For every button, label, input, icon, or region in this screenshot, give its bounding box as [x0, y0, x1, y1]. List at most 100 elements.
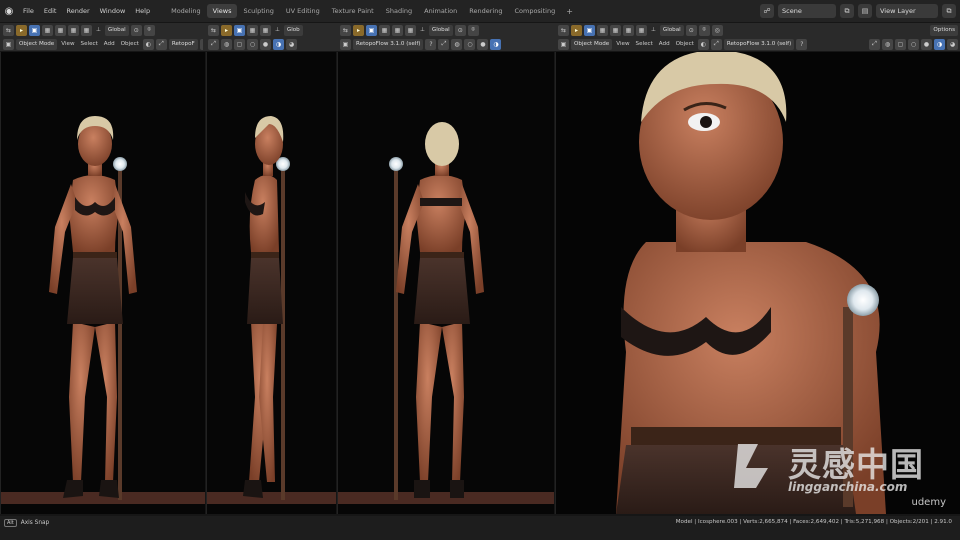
object-menu[interactable]: Object — [674, 41, 696, 47]
tab-compositing[interactable]: Compositing — [508, 4, 561, 18]
add-workspace-button[interactable]: + — [561, 7, 578, 16]
shading-solid-icon[interactable]: ● — [921, 38, 932, 50]
viewport-back[interactable] — [337, 52, 554, 514]
select-mode-icon[interactable]: ▦ — [42, 24, 53, 36]
scene-icon[interactable]: ☍ — [760, 4, 774, 18]
orientation-dropdown[interactable]: Global — [659, 24, 684, 36]
overlay-icon[interactable]: ◍ — [882, 38, 893, 50]
shading-wire-icon[interactable]: ○ — [247, 38, 258, 50]
viewport-front[interactable] — [0, 52, 205, 514]
play-icon[interactable]: ▸ — [221, 24, 232, 36]
gizmo-icon[interactable]: ⤢ — [869, 38, 880, 50]
shading-wire-icon[interactable]: ○ — [199, 38, 203, 50]
xray-icon[interactable]: ▢ — [895, 38, 906, 50]
select-mode-icon[interactable]: ▦ — [597, 24, 608, 36]
scene-browse-icon[interactable]: ⧉ — [840, 4, 854, 18]
orientation-icon[interactable]: ⊥ — [649, 27, 658, 33]
select-menu[interactable]: Select — [79, 41, 100, 47]
tab-sculpting[interactable]: Sculpting — [237, 4, 279, 18]
help-icon[interactable]: ? — [796, 38, 808, 50]
tab-shading[interactable]: Shading — [380, 4, 418, 18]
pivot-icon[interactable]: ⊙ — [685, 24, 697, 36]
play-icon[interactable]: ▸ — [571, 24, 582, 36]
viewport-side[interactable] — [206, 52, 336, 514]
visibility-icon[interactable]: ◐ — [697, 38, 709, 50]
orientation-dropdown[interactable]: Glob — [283, 24, 303, 36]
overlay-icon[interactable]: ◍ — [451, 38, 463, 50]
orientation-icon[interactable]: ⊥ — [273, 27, 282, 33]
snap-icon[interactable]: ⌾ — [698, 24, 710, 36]
snap-icon[interactable]: ⌾ — [467, 24, 479, 36]
view-menu[interactable]: View — [614, 41, 631, 47]
orientation-icon[interactable]: ⊥ — [418, 27, 427, 33]
select-mode-icon[interactable]: ▦ — [247, 24, 258, 36]
menu-edit[interactable]: Edit — [39, 7, 62, 15]
shading-wire-icon[interactable]: ○ — [908, 38, 919, 50]
menu-window[interactable]: Window — [95, 7, 131, 15]
tab-uv-editing[interactable]: UV Editing — [280, 4, 326, 18]
object-menu[interactable]: Object — [119, 41, 141, 47]
scene-name-field[interactable]: Scene — [778, 4, 836, 18]
view-layer-field[interactable]: View Layer — [876, 4, 938, 18]
select-box-icon[interactable]: ▣ — [234, 24, 245, 36]
shading-rendered-icon[interactable]: ◕ — [286, 38, 297, 50]
transform-pivot-icon[interactable]: ⇆ — [3, 24, 14, 36]
add-menu[interactable]: Add — [657, 41, 672, 47]
retopoflow-dropdown[interactable]: RetopoF — [168, 38, 198, 50]
gizmo-icon[interactable]: ⤢ — [710, 38, 722, 50]
select-box-icon[interactable]: ▣ — [584, 24, 595, 36]
select-mode-icon[interactable]: ▦ — [392, 24, 403, 36]
orientation-icon[interactable]: ⊥ — [94, 27, 103, 33]
shading-solid-icon[interactable]: ● — [477, 38, 489, 50]
shading-rendered-icon[interactable]: ◕ — [947, 38, 958, 50]
select-mode-icon[interactable]: ▦ — [379, 24, 390, 36]
editor-type-icon[interactable]: ▣ — [340, 38, 351, 50]
gizmo-icon[interactable]: ⤢ — [438, 38, 450, 50]
editor-type-icon[interactable]: ▣ — [558, 38, 569, 50]
blender-logo-icon[interactable]: ◉ — [0, 6, 18, 17]
select-mode-icon[interactable]: ▦ — [260, 24, 271, 36]
orientation-dropdown[interactable]: Global — [428, 24, 453, 36]
help-icon[interactable]: ? — [425, 38, 437, 50]
proportional-edit-icon[interactable]: ◎ — [711, 24, 723, 36]
select-mode-icon[interactable]: ▦ — [55, 24, 66, 36]
add-menu[interactable]: Add — [102, 41, 117, 47]
gizmo-icon[interactable]: ⤢ — [208, 38, 219, 50]
tab-rendering[interactable]: Rendering — [463, 4, 508, 18]
snap-icon[interactable]: ⌾ — [143, 24, 155, 36]
view-menu[interactable]: View — [59, 41, 76, 47]
editor-type-icon[interactable]: ▣ — [3, 38, 14, 50]
play-icon[interactable]: ▸ — [16, 24, 27, 36]
tab-texture-paint[interactable]: Texture Paint — [326, 4, 380, 18]
retopoflow-dropdown[interactable]: RetopoFlow 3.1.0 (self) — [723, 38, 795, 50]
transform-pivot-icon[interactable]: ⇆ — [208, 24, 219, 36]
overlay-icon[interactable]: ◍ — [221, 38, 232, 50]
select-mode-icon[interactable]: ▦ — [68, 24, 79, 36]
view-layer-browse-icon[interactable]: ⧉ — [942, 4, 956, 18]
gizmo-icon[interactable]: ⤢ — [155, 38, 167, 50]
select-mode-icon[interactable]: ▦ — [636, 24, 647, 36]
shading-material-icon[interactable]: ◑ — [490, 38, 502, 50]
pivot-icon[interactable]: ⊙ — [454, 24, 466, 36]
transform-pivot-icon[interactable]: ⇆ — [558, 24, 569, 36]
tab-modeling[interactable]: Modeling — [165, 4, 207, 18]
select-mode-icon[interactable]: ▦ — [610, 24, 621, 36]
select-box-icon[interactable]: ▣ — [29, 24, 40, 36]
tab-animation[interactable]: Animation — [418, 4, 463, 18]
retopoflow-dropdown[interactable]: RetopoFlow 3.1.0 (self) — [353, 38, 424, 50]
tab-views[interactable]: Views — [206, 4, 238, 18]
select-box-icon[interactable]: ▣ — [366, 24, 377, 36]
select-mode-icon[interactable]: ▦ — [623, 24, 634, 36]
visibility-icon[interactable]: ◐ — [142, 38, 154, 50]
pivot-icon[interactable]: ⊙ — [130, 24, 142, 36]
transform-pivot-icon[interactable]: ⇆ — [340, 24, 351, 36]
select-mode-icon[interactable]: ▦ — [405, 24, 416, 36]
shading-wire-icon[interactable]: ○ — [464, 38, 476, 50]
shading-material-icon[interactable]: ◑ — [273, 38, 284, 50]
menu-render[interactable]: Render — [61, 7, 94, 15]
orientation-dropdown[interactable]: Global — [104, 24, 129, 36]
view-layer-icon[interactable]: ▤ — [858, 4, 872, 18]
menu-file[interactable]: File — [18, 7, 39, 15]
select-menu[interactable]: Select — [634, 41, 655, 47]
xray-icon[interactable]: ▢ — [234, 38, 245, 50]
